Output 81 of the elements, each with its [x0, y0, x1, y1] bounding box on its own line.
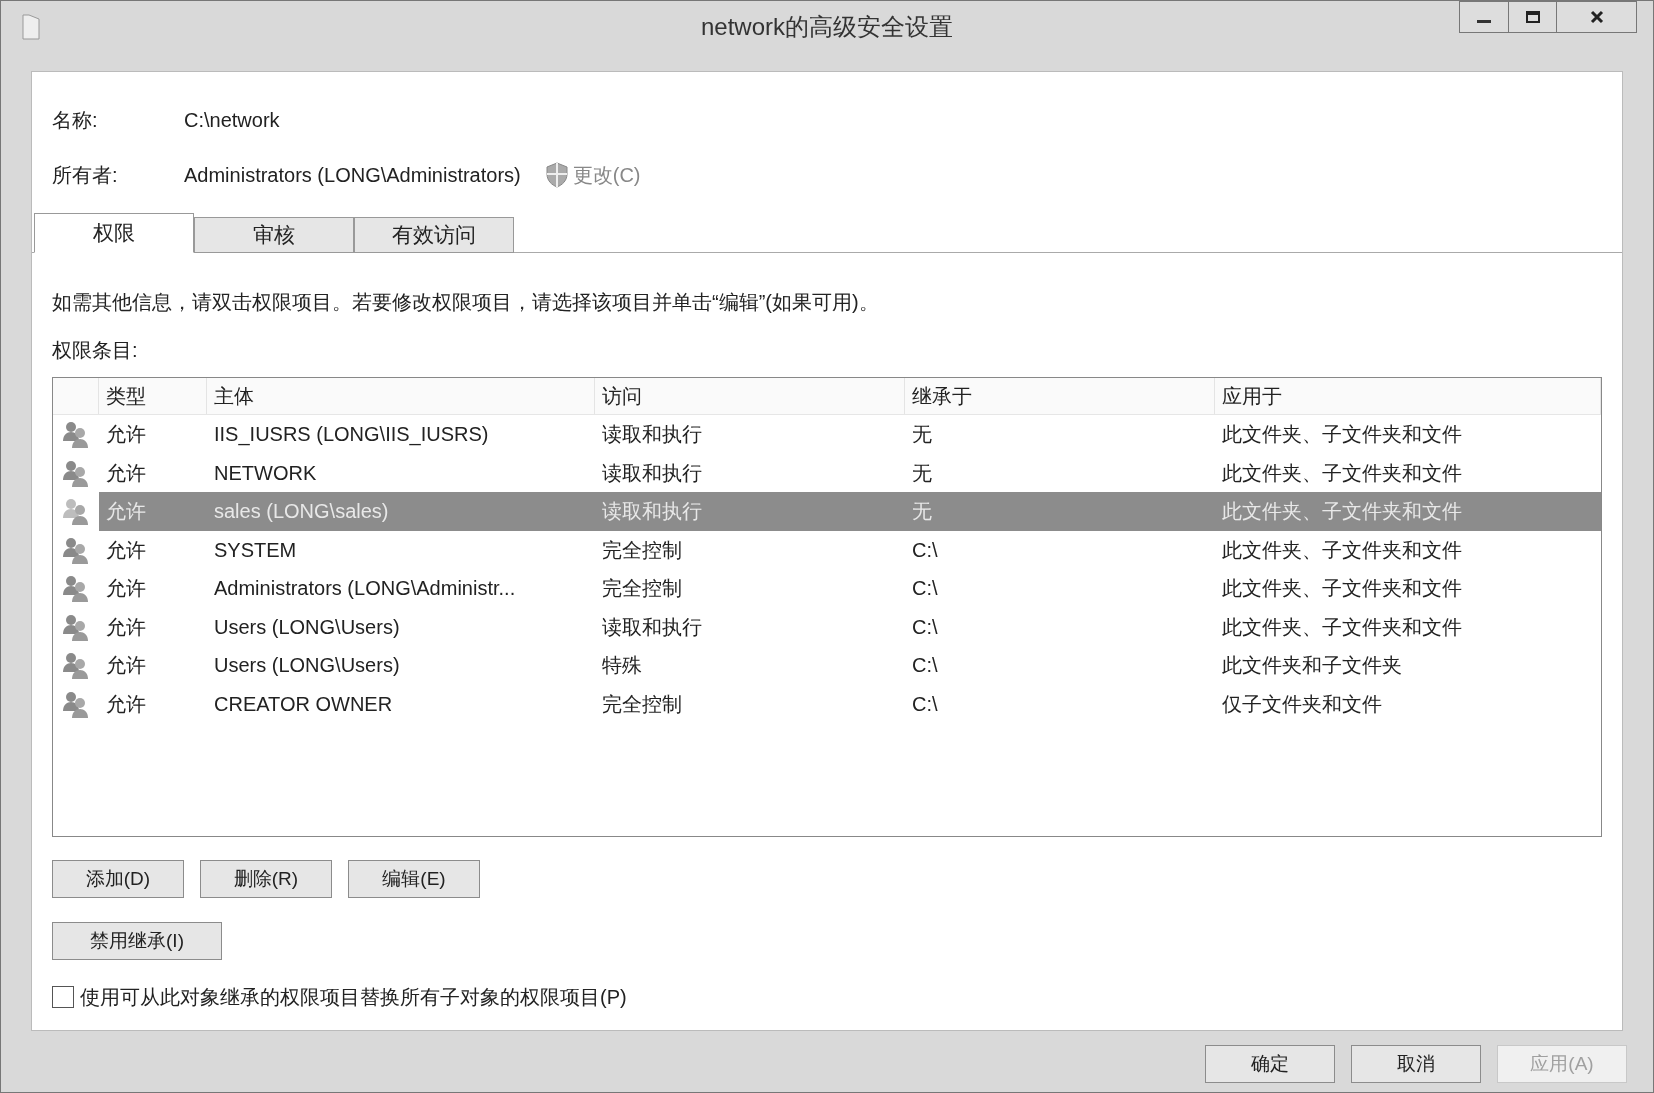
table-cell-text: C:\ [911, 537, 939, 563]
tab[interactable]: 有效访问 [354, 217, 514, 253]
column-header[interactable]: 访问 [595, 378, 905, 414]
button[interactable]: 编辑(E) [348, 860, 480, 898]
users-icon [61, 419, 91, 450]
table-row[interactable]: 允许 Users (LONG\Users) 特殊 C:\ 此文件夹和子文件夹 [99, 646, 1601, 685]
table-cell-text: 此文件夹、子文件夹和文件 [1221, 576, 1463, 602]
table-cell-text: Users (LONG\Users) [213, 614, 401, 640]
tab[interactable]: 审核 [194, 217, 354, 253]
table-row[interactable]: 允许 CREATOR OWNER 完全控制 C:\ 仅子文件夹和文件 [99, 684, 1601, 723]
owner-value: Administrators (LONG\Administrators) [184, 163, 521, 188]
name-label: 名称: [52, 108, 99, 133]
table-cell-text: 此文件夹、子文件夹和文件 [1221, 499, 1463, 525]
button[interactable]: 取消 [1351, 1045, 1481, 1083]
table-cell-text: 此文件夹和子文件夹 [1221, 653, 1403, 679]
checkbox[interactable] [52, 986, 74, 1008]
info-text: 如需其他信息，请双击权限项目。若要修改权限项目，请选择该项目并单击“编辑”(如果可用)。 [52, 290, 880, 315]
table-row[interactable]: 允许 IIS_IUSRS (LONG\IIS_IUSRS) 读取和执行 无 此文件夹、子文件夹和文件 [99, 415, 1601, 454]
table-row[interactable]: 允许 Administrators (LONG\Administr... 完全控制 C:\ 此文件夹、子文件夹和文件 [99, 569, 1601, 608]
table-cell-text: CREATOR OWNER [213, 691, 394, 717]
table-cell-text: 允许 [105, 537, 147, 563]
name-value: C:\network [184, 108, 280, 133]
shield-icon [544, 162, 569, 188]
table-cell-text: SYSTEM [213, 537, 298, 563]
users-icon [61, 573, 91, 604]
table-cell-text: 读取和执行 [601, 499, 703, 525]
button[interactable]: 禁用继承(I) [52, 922, 222, 960]
change-owner-link[interactable]: 更改(C) [572, 160, 641, 190]
minimize-button[interactable] [1459, 1, 1509, 33]
table-cell-text: 完全控制 [601, 576, 683, 602]
table-cell-text: C:\ [911, 614, 939, 640]
table-cell-text: 此文件夹、子文件夹和文件 [1221, 537, 1463, 563]
button[interactable]: 删除(R) [200, 860, 332, 898]
table-row[interactable]: 允许 Users (LONG\Users) 读取和执行 C:\ 此文件夹、子文件夹和文件 [99, 607, 1601, 646]
table-row[interactable]: 允许 SYSTEM 完全控制 C:\ 此文件夹、子文件夹和文件 [99, 530, 1601, 569]
column-header[interactable]: 类型 [99, 378, 207, 414]
table-cell-text: 完全控制 [601, 691, 683, 717]
table-cell-text: 允许 [105, 460, 147, 486]
table-cell-text: IIS_IUSRS (LONG\IIS_IUSRS) [213, 422, 490, 448]
table-cell-text: 读取和执行 [601, 614, 703, 640]
table-cell-text: 此文件夹、子文件夹和文件 [1221, 614, 1463, 640]
table-cell-text: 仅子文件夹和文件 [1221, 691, 1383, 717]
table-cell-text: 允许 [105, 614, 147, 640]
table-cell-text: 读取和执行 [601, 422, 703, 448]
table-cell-text: 无 [911, 422, 933, 448]
table-cell-text: 允许 [105, 576, 147, 602]
table-cell-text: 完全控制 [601, 537, 683, 563]
table-cell-text: C:\ [911, 576, 939, 602]
table-cell-text: Administrators (LONG\Administr... [213, 576, 517, 602]
checkbox-label: 使用可从此对象继承的权限项目替换所有子对象的权限项目(P) [80, 985, 627, 1010]
column-header[interactable]: 继承于 [905, 378, 1215, 414]
table-cell-text: 读取和执行 [601, 460, 703, 486]
owner-label: 所有者: [52, 163, 119, 188]
column-header[interactable]: 应用于 [1215, 378, 1601, 414]
folder-icon [21, 13, 41, 41]
window-title: network的高级安全设置 [701, 12, 953, 42]
table-cell-text: 无 [911, 499, 933, 525]
table-cell-text: 无 [911, 460, 933, 486]
table-cell-text: 特殊 [601, 653, 643, 679]
table-cell-text: 允许 [105, 653, 147, 679]
button[interactable]: 添加(D) [52, 860, 184, 898]
table-cell-text: 允许 [105, 499, 147, 525]
entries-label: 权限条目: [52, 338, 139, 363]
tab[interactable]: 权限 [34, 213, 194, 253]
users-icon [61, 650, 91, 681]
table-cell-text: 允许 [105, 691, 147, 717]
table-cell-text: 此文件夹、子文件夹和文件 [1221, 460, 1463, 486]
close-button[interactable] [1557, 1, 1637, 33]
table-cell-text: C:\ [911, 691, 939, 717]
table-cell-text: NETWORK [213, 460, 318, 486]
button[interactable]: 确定 [1205, 1045, 1335, 1083]
table-row[interactable]: 允许 NETWORK 读取和执行 无 此文件夹、子文件夹和文件 [99, 453, 1601, 492]
close-icon [1589, 10, 1604, 24]
table-cell-text: 此文件夹、子文件夹和文件 [1221, 422, 1463, 448]
maximize-button[interactable] [1509, 1, 1557, 33]
column-header[interactable]: 主体 [207, 378, 595, 414]
table-cell-text: C:\ [911, 653, 939, 679]
table-cell-text: 允许 [105, 422, 147, 448]
users-icon [61, 496, 91, 527]
table-cell-text: sales (LONG\sales) [213, 499, 390, 525]
table-cell-text: Users (LONG\Users) [213, 653, 401, 679]
